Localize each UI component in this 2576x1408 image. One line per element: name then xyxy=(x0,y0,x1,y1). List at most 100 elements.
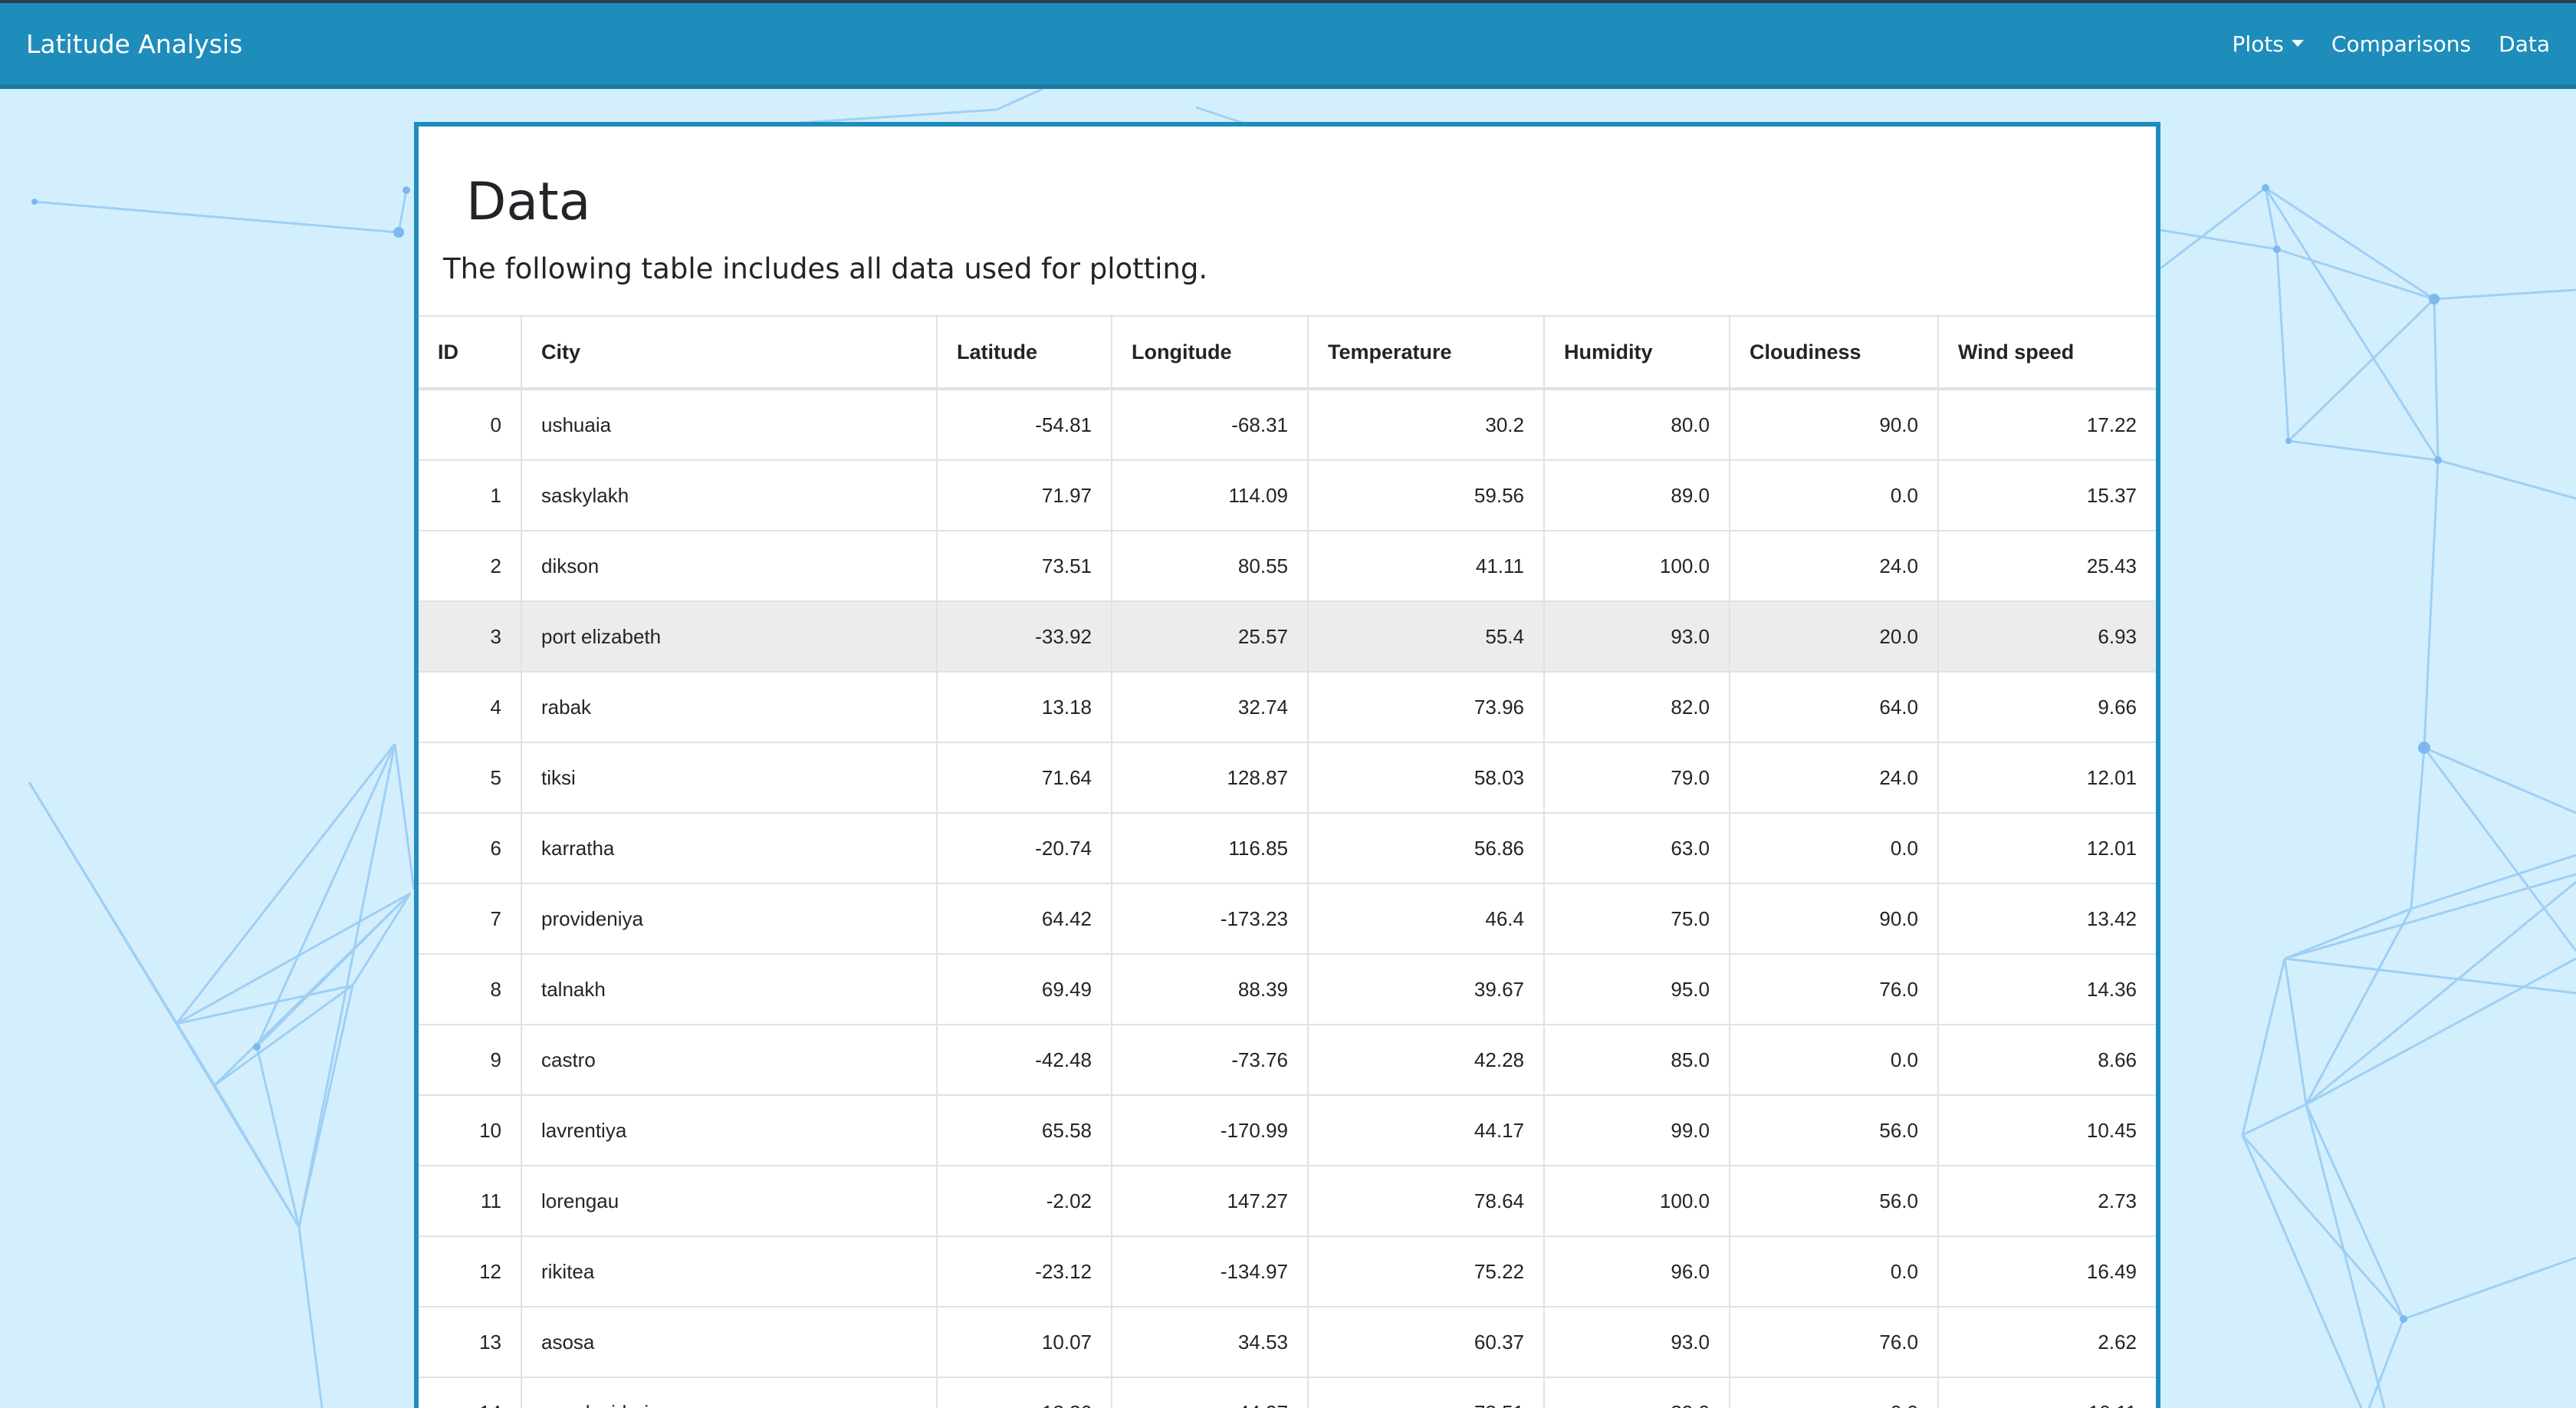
cell-id: 7 xyxy=(419,883,522,955)
table-row[interactable]: 0 ushuaia -54.81 -68.31 30.2 80.0 90.0 17.22 xyxy=(419,389,2156,461)
cell-humidity: 95.0 xyxy=(1544,954,1730,1025)
cell-city: castro xyxy=(521,1025,938,1096)
cell-temperature: 75.22 xyxy=(1308,1236,1545,1308)
cell-latitude: -23.12 xyxy=(937,1236,1112,1308)
cell-latitude: -12.36 xyxy=(937,1377,1112,1408)
cell-wind-speed: 6.93 xyxy=(1938,601,2156,673)
table-row[interactable]: 13 asosa 10.07 34.53 60.37 93.0 76.0 2.62 xyxy=(419,1307,2156,1378)
cell-id: 4 xyxy=(419,672,522,743)
top-navbar: Latitude Analysis Plots Comparisons Data xyxy=(0,0,2576,89)
cell-id: 8 xyxy=(419,954,522,1025)
cell-longitude: 80.55 xyxy=(1112,531,1309,602)
cell-city: dikson xyxy=(521,531,938,602)
cell-city: asosa xyxy=(521,1307,938,1378)
column-header-cloudiness[interactable]: Cloudiness xyxy=(1730,315,1939,390)
cell-cloudiness: 0.0 xyxy=(1730,1236,1939,1308)
cell-id: 10 xyxy=(419,1095,522,1166)
nav-comparisons-label: Comparisons xyxy=(2331,31,2472,57)
column-header-latitude[interactable]: Latitude xyxy=(937,315,1112,390)
nav-comparisons-link[interactable]: Comparisons xyxy=(2331,29,2471,60)
column-header-longitude[interactable]: Longitude xyxy=(1112,315,1309,390)
cell-longitude: 34.53 xyxy=(1112,1307,1309,1378)
cell-cloudiness: 0.0 xyxy=(1730,813,1939,884)
cell-latitude: -20.74 xyxy=(937,813,1112,884)
table-row[interactable]: 9 castro -42.48 -73.76 42.28 85.0 0.0 8.66 xyxy=(419,1025,2156,1096)
cell-temperature: 73.96 xyxy=(1308,672,1545,743)
column-header-id[interactable]: ID xyxy=(419,315,522,390)
cell-temperature: 46.4 xyxy=(1308,883,1545,955)
cell-latitude: 10.07 xyxy=(937,1307,1112,1378)
cell-longitude: -134.97 xyxy=(1112,1236,1309,1308)
cell-cloudiness: 56.0 xyxy=(1730,1095,1939,1166)
cell-latitude: 71.97 xyxy=(937,460,1112,531)
cell-id: 14 xyxy=(419,1377,522,1408)
cell-temperature: 60.37 xyxy=(1308,1307,1545,1378)
nav-plots-label: Plots xyxy=(2232,31,2284,57)
cell-longitude: 128.87 xyxy=(1112,742,1309,814)
cell-temperature: 42.28 xyxy=(1308,1025,1545,1096)
column-header-temperature[interactable]: Temperature xyxy=(1308,315,1545,390)
cell-latitude: -54.81 xyxy=(937,389,1112,461)
table-row[interactable]: 10 lavrentiya 65.58 -170.99 44.17 99.0 56.0 10.… xyxy=(419,1095,2156,1166)
cell-temperature: 56.86 xyxy=(1308,813,1545,884)
cell-id: 3 xyxy=(419,601,522,673)
nav-plots-dropdown[interactable]: Plots xyxy=(2233,29,2304,60)
cell-id: 12 xyxy=(419,1236,522,1308)
cell-longitude: -170.99 xyxy=(1112,1095,1309,1166)
cell-cloudiness: 90.0 xyxy=(1730,883,1939,955)
cell-latitude: -33.92 xyxy=(937,601,1112,673)
cell-cloudiness: 0.0 xyxy=(1730,1025,1939,1096)
table-row[interactable]: 14sao desiderio-12.36-44.9773.5139.00.01… xyxy=(419,1377,2156,1408)
cell-temperature: 44.17 xyxy=(1308,1095,1545,1166)
cell-city: tiksi xyxy=(521,742,938,814)
cell-cloudiness: 20.0 xyxy=(1730,601,1939,673)
table-row[interactable]: 1 saskylakh 71.97 114.09 59.56 89.0 0.0 15.37 xyxy=(419,460,2156,531)
column-header-city[interactable]: City xyxy=(521,315,938,390)
cell-temperature: 30.2 xyxy=(1308,389,1545,461)
cell-latitude: 65.58 xyxy=(937,1095,1112,1166)
cell-cloudiness: 24.0 xyxy=(1730,742,1939,814)
table-row[interactable]: 8 talnakh 69.49 88.39 39.67 95.0 76.0 14.36 xyxy=(419,954,2156,1025)
cell-city: port elizabeth xyxy=(521,601,938,673)
table-row[interactable]: 5 tiksi 71.64 128.87 58.03 79.0 24.0 12.01 xyxy=(419,742,2156,814)
cell-cloudiness: 56.0 xyxy=(1730,1166,1939,1237)
table-row[interactable]: 11 lorengau -2.02 147.27 78.64 100.0 56.0 2.73 xyxy=(419,1166,2156,1237)
cell-humidity: 80.0 xyxy=(1544,389,1730,461)
cell-humidity: 79.0 xyxy=(1544,742,1730,814)
cell-temperature: 58.03 xyxy=(1308,742,1545,814)
cell-city: rabak xyxy=(521,672,938,743)
cell-latitude: 71.64 xyxy=(937,742,1112,814)
table-row[interactable]: 4 rabak 13.18 32.74 73.96 82.0 64.0 9.66 xyxy=(419,672,2156,743)
table-row[interactable]: 7 provideniya 64.42 -173.23 46.4 75.0 90.0 13.4… xyxy=(419,883,2156,955)
cell-city: rikitea xyxy=(521,1236,938,1308)
data-card: Data The following table includes all da… xyxy=(414,122,2160,1408)
cell-humidity: 100.0 xyxy=(1544,531,1730,602)
cell-wind-speed: 8.66 xyxy=(1938,1025,2156,1096)
table-row[interactable]: 2 dikson 73.51 80.55 41.11 100.0 24.0 25.43 xyxy=(419,531,2156,602)
cell-cloudiness: 76.0 xyxy=(1730,1307,1939,1378)
cell-wind-speed: 2.62 xyxy=(1938,1307,2156,1378)
nav-data-link[interactable]: Data xyxy=(2499,29,2550,60)
cell-cloudiness: 24.0 xyxy=(1730,531,1939,602)
table-row[interactable]: 12 rikitea -23.12 -134.97 75.22 96.0 0.0 16.49 xyxy=(419,1236,2156,1308)
cell-longitude: 25.57 xyxy=(1112,601,1309,673)
cell-humidity: 63.0 xyxy=(1544,813,1730,884)
navbar-brand[interactable]: Latitude Analysis xyxy=(26,28,242,61)
table-header: ID City Latitude Longitude Temperature Humidi… xyxy=(419,315,2156,390)
cell-longitude: 147.27 xyxy=(1112,1166,1309,1237)
cell-wind-speed: 15.37 xyxy=(1938,460,2156,531)
table-row[interactable]: 6 karratha -20.74 116.85 56.86 63.0 0.0 12.01 xyxy=(419,813,2156,884)
cell-wind-speed: 10.11 xyxy=(1938,1377,2156,1408)
cell-wind-speed: 12.01 xyxy=(1938,742,2156,814)
cell-latitude: 69.49 xyxy=(937,954,1112,1025)
cell-latitude: -42.48 xyxy=(937,1025,1112,1096)
cell-cloudiness: 0.0 xyxy=(1730,460,1939,531)
column-header-humidity[interactable]: Humidity xyxy=(1544,315,1730,390)
cell-id: 1 xyxy=(419,460,522,531)
cell-city: talnakh xyxy=(521,954,938,1025)
data-table: ID City Latitude Longitude Temperature Humidi… xyxy=(419,315,2156,1408)
cell-id: 2 xyxy=(419,531,522,602)
column-header-wind-speed[interactable]: Wind speed xyxy=(1938,315,2156,390)
table-row[interactable]: 3 port elizabeth -33.92 25.57 55.4 93.0 20.0 6.… xyxy=(419,601,2156,673)
cell-wind-speed: 16.49 xyxy=(1938,1236,2156,1308)
